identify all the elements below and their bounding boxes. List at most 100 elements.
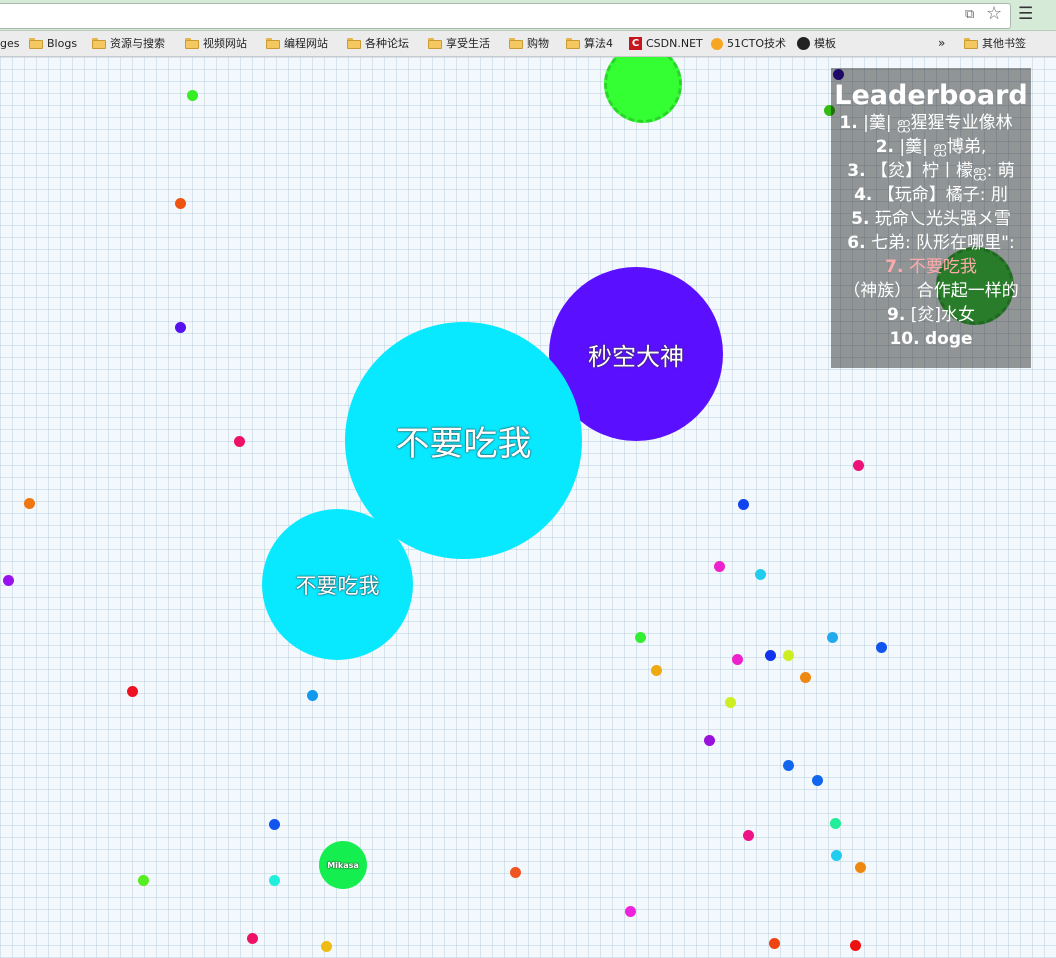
bookmark-label: 模板: [814, 37, 836, 50]
leaderboard-entry: 3. 【炃】柠丨檬ஐ: 萌: [847, 161, 1015, 181]
food-pellet: [782, 649, 794, 661]
bookmark-label: ges: [0, 37, 20, 50]
leaderboard-entry: 1. |羹| ஐ猩猩专业像林: [839, 113, 1013, 133]
folder-icon: [428, 38, 442, 49]
bookmark-programming[interactable]: 编程网站: [266, 31, 328, 56]
food-pellet: [811, 774, 823, 786]
food-pellet: [624, 905, 636, 917]
bookmark-blogs[interactable]: Blogs: [29, 31, 77, 56]
browser-toolbar: ⧉ ☆ ☰: [0, 0, 1056, 31]
menu-icon[interactable]: ☰: [1018, 4, 1033, 24]
bookmark-shopping[interactable]: 购物: [509, 31, 549, 56]
cell-name: 秒空大神: [588, 342, 684, 371]
folder-icon: [964, 38, 978, 49]
bookmark-51cto[interactable]: 51CTO技术: [711, 31, 786, 56]
food-pellet: [137, 874, 149, 886]
food-pellet: [2, 574, 14, 586]
bookmark-other[interactable]: 其他书签: [964, 31, 1026, 56]
bookmark-label: 购物: [527, 37, 549, 50]
food-pellet: [634, 631, 646, 643]
leaderboard-entry: 2. |羹| ஐ博弟,: [875, 137, 987, 157]
food-pellet: [764, 649, 776, 661]
food-pellet: [768, 937, 780, 949]
food-pellet: [854, 861, 866, 873]
folder-icon: [509, 38, 523, 49]
bookmark-label: CSDN.NET: [646, 37, 703, 50]
folder-icon: [185, 38, 199, 49]
folder-icon: [347, 38, 361, 49]
leaderboard-entry: 6. 七弟: 队形在哪里":: [847, 233, 1015, 253]
bookmark-star-icon[interactable]: ☆: [986, 4, 1002, 24]
bookmark-label: 编程网站: [284, 37, 328, 50]
food-pellet: [23, 497, 35, 509]
bookmark-label: 享受生活: [446, 37, 490, 50]
food-pellet: [126, 685, 138, 697]
bookmarks-overflow-chevron[interactable]: »: [938, 31, 945, 56]
bookmark-video[interactable]: 视频网站: [185, 31, 247, 56]
chevron-icon: »: [938, 36, 946, 50]
player-cell-main: 不要吃我: [345, 322, 582, 559]
leaderboard-entry-self: 7. 不要吃我: [885, 257, 977, 277]
cell-name: 不要吃我: [395, 424, 532, 464]
leaderboard-panel: Leaderboard 1. |羹| ஐ猩猩专业像林 2. |羹| ஐ博弟, 3…: [831, 68, 1031, 368]
bookmark-label: 各种论坛: [365, 37, 409, 50]
translate-icon[interactable]: ⧉: [965, 5, 974, 25]
food-pellet: [186, 89, 198, 101]
bookmark-label: Blogs: [47, 37, 78, 50]
food-pellet: [724, 696, 736, 708]
bookmark-label: 视频网站: [203, 37, 247, 50]
food-pellet: [233, 435, 245, 447]
leaderboard-title: Leaderboard: [834, 80, 1028, 111]
food-pellet: [650, 664, 662, 676]
51cto-icon: [711, 37, 723, 50]
cell-name: 不要吃我: [295, 573, 380, 598]
bookmark-label: 其他书签: [982, 37, 1026, 50]
address-bar[interactable]: [0, 3, 1011, 29]
food-pellet: [742, 829, 754, 841]
food-pellet: [737, 498, 749, 510]
food-pellet: [246, 932, 258, 944]
csdn-icon: C: [629, 37, 642, 50]
mikasa-cell: Mikasa: [319, 841, 367, 889]
bookmark-label: 算法4: [584, 37, 613, 50]
bookmark-csdn[interactable]: C CSDN.NET: [629, 31, 703, 56]
bookmarks-bar: ges Blogs 资源与搜索 视频网站 编程网站 各种论坛 享受生活 购物 算…: [0, 31, 1056, 57]
bookmark-algorithms[interactable]: 算法4: [566, 31, 613, 56]
food-pellet: [754, 568, 766, 580]
food-pellet: [852, 459, 864, 471]
bookmark-label: 51CTO技术: [727, 37, 787, 50]
food-pellet: [703, 734, 715, 746]
food-pellet: [731, 653, 743, 665]
food-pellet: [849, 939, 861, 951]
leaderboard-entry: 4. 【玩命】橘子: 刖: [854, 185, 1008, 205]
cell-name: Mikasa: [327, 860, 359, 870]
bookmark-label: 资源与搜索: [110, 37, 165, 50]
github-icon: [797, 37, 810, 50]
bookmark-forums[interactable]: 各种论坛: [347, 31, 409, 56]
bookmark-resources[interactable]: 资源与搜索: [92, 31, 165, 56]
leaderboard-entry: 10. doge: [889, 329, 973, 349]
food-pellet: [306, 689, 318, 701]
food-pellet: [713, 560, 725, 572]
food-pellet: [875, 641, 887, 653]
virus: [604, 57, 682, 123]
food-pellet: [799, 671, 811, 683]
folder-icon: [29, 38, 43, 49]
leaderboard-entry: 9. [炃]水女: [887, 305, 975, 325]
food-pellet: [320, 940, 332, 952]
folder-icon: [566, 38, 580, 49]
leaderboard-entry: 5. 玩命乀光头强メ雪: [851, 209, 1011, 229]
food-pellet: [782, 759, 794, 771]
leaderboard-entry: 8.（神族） 合作起一样的: [843, 281, 1019, 301]
bookmark-apps[interactable]: ges: [0, 31, 19, 56]
bookmark-templates[interactable]: 模板: [797, 31, 836, 56]
food-pellet: [829, 817, 841, 829]
bookmark-life[interactable]: 享受生活: [428, 31, 490, 56]
food-pellet: [509, 866, 521, 878]
food-pellet: [826, 631, 838, 643]
food-pellet: [268, 818, 280, 830]
food-pellet: [830, 849, 842, 861]
food-pellet: [174, 321, 186, 333]
food-pellet: [174, 197, 186, 209]
food-pellet: [268, 874, 280, 886]
